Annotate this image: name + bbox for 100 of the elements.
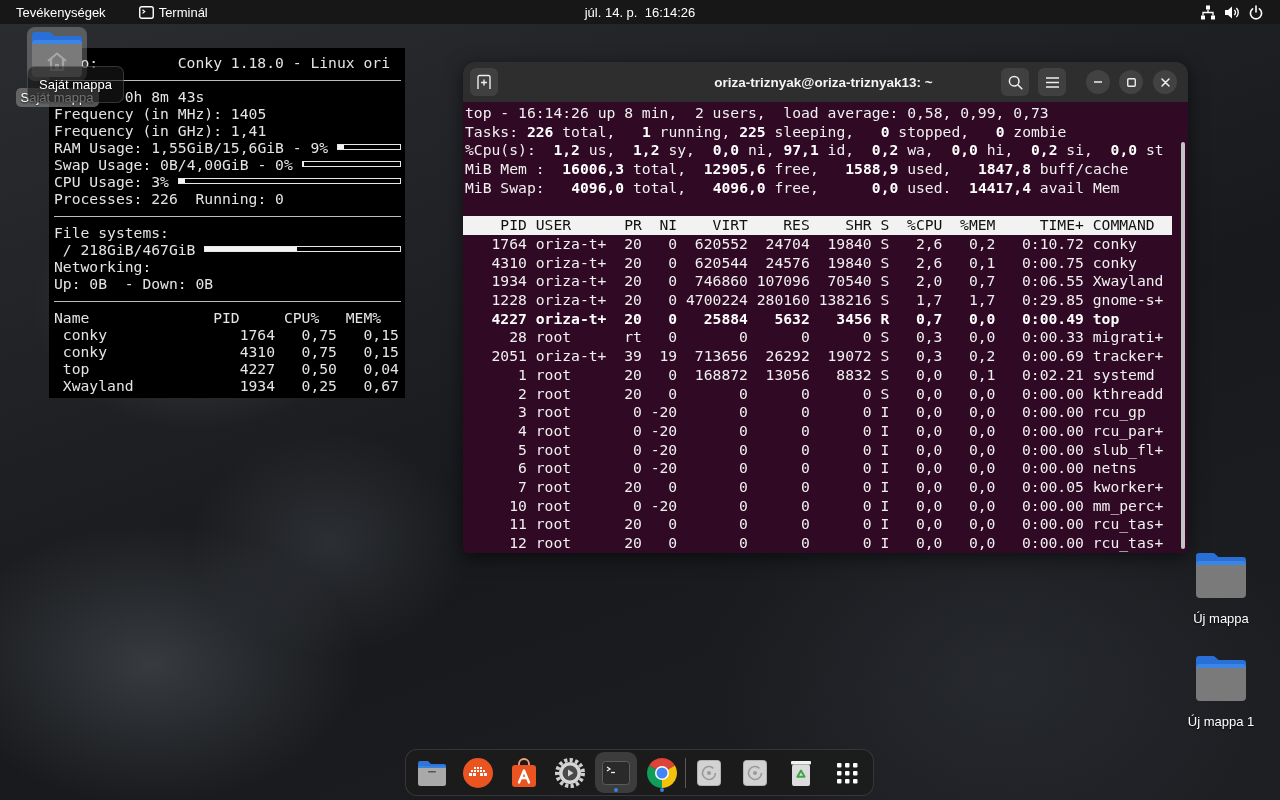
app-menu-button[interactable]: Terminál [128, 0, 218, 24]
table-cell-text: root [534, 328, 573, 348]
table-cell-text: root [534, 515, 573, 535]
table-cell-text: 0,50 [300, 359, 337, 377]
table-cell-text: 20 [623, 384, 642, 404]
table-cell-text: 3 [517, 403, 527, 422]
menu-button[interactable] [1038, 68, 1066, 96]
close-button[interactable] [1153, 70, 1177, 94]
table-cell-text: 0,0 [914, 384, 943, 404]
column-header: %CPU [906, 216, 943, 235]
table-cell-text: 0,0 [914, 515, 943, 535]
table-cell-text: 0,3 [914, 347, 943, 366]
column-header: PID [213, 308, 241, 326]
table-cell-text: 0,04 [362, 359, 399, 377]
window-title: oriza-triznyak@oriza-triznyak13: ~ [714, 74, 933, 90]
table-cell-text: 2,0 [914, 272, 943, 291]
table-cell-text: 0 [799, 440, 810, 460]
table-cell-text: 0,75 [300, 342, 337, 360]
table-cell-text: -20 [649, 496, 678, 516]
table-cell-text: 10 [508, 496, 527, 516]
column-header: Name [54, 308, 91, 326]
table-cell-text: 0 [799, 515, 810, 535]
power-icon [1248, 4, 1264, 20]
table-cell-text: 0 [738, 496, 748, 516]
table-cell-text: I [879, 403, 890, 422]
network-icon [1200, 4, 1216, 20]
stat-line: Processes: 226 Running: 0 [54, 189, 284, 207]
table-cell-text: 0 [799, 421, 810, 441]
table-cell-text: I [879, 421, 890, 441]
stat-line: Frequency (in MHz): 1405 [54, 104, 267, 122]
table-cell-text: oriza-t+ [534, 253, 607, 273]
column-header: MEM% [344, 308, 383, 326]
table-cell-text: 0 [861, 440, 872, 460]
activities-button[interactable]: Tevékenységek [6, 0, 116, 24]
search-button[interactable] [1001, 68, 1029, 96]
table-cell-text: 0:00.05 [1021, 478, 1084, 497]
table-cell-text: 20 [623, 253, 642, 273]
table-cell-text: -20 [649, 459, 678, 479]
table-cell-text: 4310 [238, 342, 276, 360]
table-cell-text: 0 [799, 384, 810, 404]
column-header: SHR [844, 216, 872, 235]
table-cell-text: 20 [623, 365, 642, 385]
table-cell-text: 0:00.33 [1021, 328, 1084, 348]
table-cell-text: 0,0 [967, 459, 996, 479]
table-cell-text: 0:00.75 [1021, 253, 1084, 273]
table-cell-text: 280160 [755, 291, 810, 310]
table-cell-text: 2051 [490, 347, 527, 366]
table-cell-text: 0,15 [362, 325, 399, 343]
table-cell-text: 0 [861, 421, 872, 441]
table-cell-text: 26292 [764, 347, 810, 366]
minimize-button[interactable] [1086, 70, 1110, 94]
table-cell-text: 19 [658, 347, 678, 366]
table-cell-text: 0:00.49 [1021, 309, 1084, 329]
terminal-line: top - 16:14:26 up 8 min, 2 users, load average: 0,58, 0,99, 0,73 [465, 104, 1050, 123]
folder-icon[interactable] [1196, 655, 1246, 701]
clock[interactable]: júl. 14. p. 16:14:26 [574, 0, 706, 24]
table-cell-text: 0:00.00 [1021, 459, 1084, 479]
table-cell-text: 0 [861, 403, 872, 422]
table-cell-text: 0:00.00 [1021, 440, 1084, 460]
table-cell-text: 0 [799, 328, 810, 348]
column-header: COMMAND [1091, 216, 1156, 235]
table-cell-text: 28 [508, 328, 527, 348]
table-cell-text: 0,3 [914, 328, 943, 348]
table-cell-text: systemd [1091, 365, 1156, 385]
table-cell-text: R [879, 309, 890, 329]
table-cell-text: I [879, 478, 890, 497]
table-cell-text: 0:02.21 [1021, 365, 1084, 385]
column-header: %MEM [959, 216, 996, 235]
table-cell-text: top [1091, 309, 1121, 329]
table-cell-text: 713656 [693, 347, 748, 366]
table-cell-text: 0,7 [914, 309, 943, 329]
table-cell-text: 0 [738, 478, 748, 497]
scrollbar[interactable] [1181, 142, 1185, 549]
table-cell-text: 19840 [826, 253, 872, 273]
column-header: PR [623, 216, 642, 235]
table-cell-text: 0,0 [967, 496, 996, 516]
table-cell-text: 0,0 [967, 403, 996, 422]
new-tab-button[interactable] [470, 68, 498, 96]
table-cell-text: slub_fl+ [1091, 440, 1164, 460]
version-text: Conky 1.18.0 - Linux ori [177, 53, 390, 71]
table-cell-text: S [879, 347, 890, 366]
segmented-circle-icon [646, 756, 678, 789]
uptime-value: 0h 8m 43s [124, 87, 205, 105]
icon-label: Új mappa [1192, 610, 1250, 628]
column-header: RES [782, 216, 810, 235]
table-cell-text: 4700224 [685, 291, 748, 310]
table-cell-text: rcu_tas+ [1091, 534, 1164, 553]
table-cell-text: 0:00.00 [1021, 403, 1084, 422]
folder-icon[interactable] [1196, 552, 1246, 598]
table-cell-text: 168872 [693, 365, 748, 385]
table-cell-text: 20 [623, 234, 642, 254]
table-cell-text: 0,15 [362, 342, 399, 360]
table-cell-text: 0:00.00 [1021, 496, 1084, 516]
table-cell-text: S [879, 291, 890, 310]
table-cell-text: 13056 [764, 365, 810, 385]
table-cell-text: 0 [861, 515, 872, 535]
table-cell-text: 0 [632, 459, 642, 479]
table-cell-text: 0 [667, 272, 678, 291]
table-cell-text: 0 [861, 384, 872, 404]
maximize-button[interactable] [1119, 70, 1143, 94]
